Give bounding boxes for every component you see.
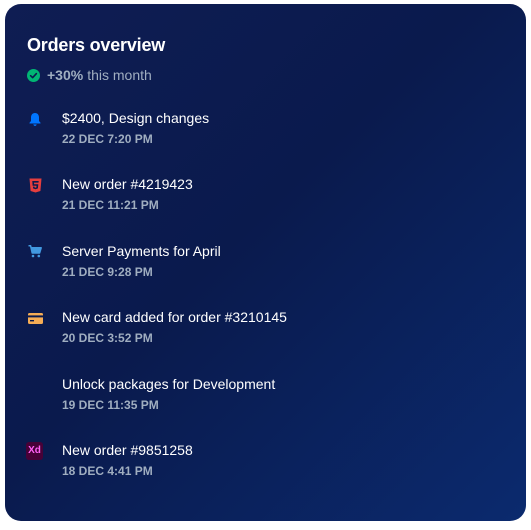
timeline-item[interactable]: Server Payments for April 21 DEC 9:28 PM bbox=[27, 242, 506, 308]
bell-icon bbox=[27, 111, 43, 127]
growth-percent: +30% bbox=[47, 67, 84, 83]
timeline-item[interactable]: New card added for order #3210145 20 DEC… bbox=[27, 308, 506, 374]
timeline-item-title: Server Payments for April bbox=[62, 242, 221, 259]
timeline-item-title: New order #4219423 bbox=[62, 176, 193, 193]
adobe-xd-icon: Xd bbox=[26, 441, 43, 460]
timeline-item-date: 19 DEC 11:35 PM bbox=[62, 397, 159, 412]
timeline-item[interactable]: Unlock packages for Development 19 DEC 1… bbox=[27, 375, 506, 441]
card-title: Orders overview bbox=[27, 35, 166, 55]
cart-icon bbox=[27, 244, 43, 260]
timeline-item[interactable]: New order #4219423 21 DEC 11:21 PM bbox=[27, 175, 506, 241]
timeline-item-title: Unlock packages for Development bbox=[62, 375, 276, 392]
timeline-item-title: New card added for order #3210145 bbox=[62, 309, 287, 326]
adobe-xd-logo: Xd bbox=[26, 441, 43, 460]
timeline-item-title: New order #9851258 bbox=[62, 441, 193, 458]
timeline-item-date: 22 DEC 7:20 PM bbox=[62, 132, 153, 146]
check-circle-icon bbox=[27, 68, 40, 82]
timeline-item-date: 21 DEC 11:21 PM bbox=[62, 198, 159, 213]
credit-card-icon bbox=[27, 310, 43, 326]
timeline-item[interactable]: $2400, Design changes 22 DEC 7:20 PM bbox=[27, 109, 506, 175]
timeline-item-title: $2400, Design changes bbox=[62, 110, 210, 126]
order-timeline: $2400, Design changes 22 DEC 7:20 PM New… bbox=[26, 109, 506, 507]
timeline-item-date: 21 DEC 9:28 PM bbox=[62, 264, 153, 279]
orders-overview-card: Orders overview +30% this month $2400, D… bbox=[5, 4, 526, 521]
timeline-item-date: 18 DEC 4:41 PM bbox=[62, 463, 153, 478]
placeholder-icon bbox=[27, 377, 43, 393]
timeline-item[interactable]: Xd New order #9851258 18 DEC 4:41 PM bbox=[26, 441, 506, 507]
timeline-item-date: 20 DEC 3:52 PM bbox=[62, 331, 153, 346]
growth-summary: +30% this month bbox=[27, 67, 506, 83]
growth-period: this month bbox=[87, 67, 152, 83]
html5-icon bbox=[27, 177, 43, 193]
